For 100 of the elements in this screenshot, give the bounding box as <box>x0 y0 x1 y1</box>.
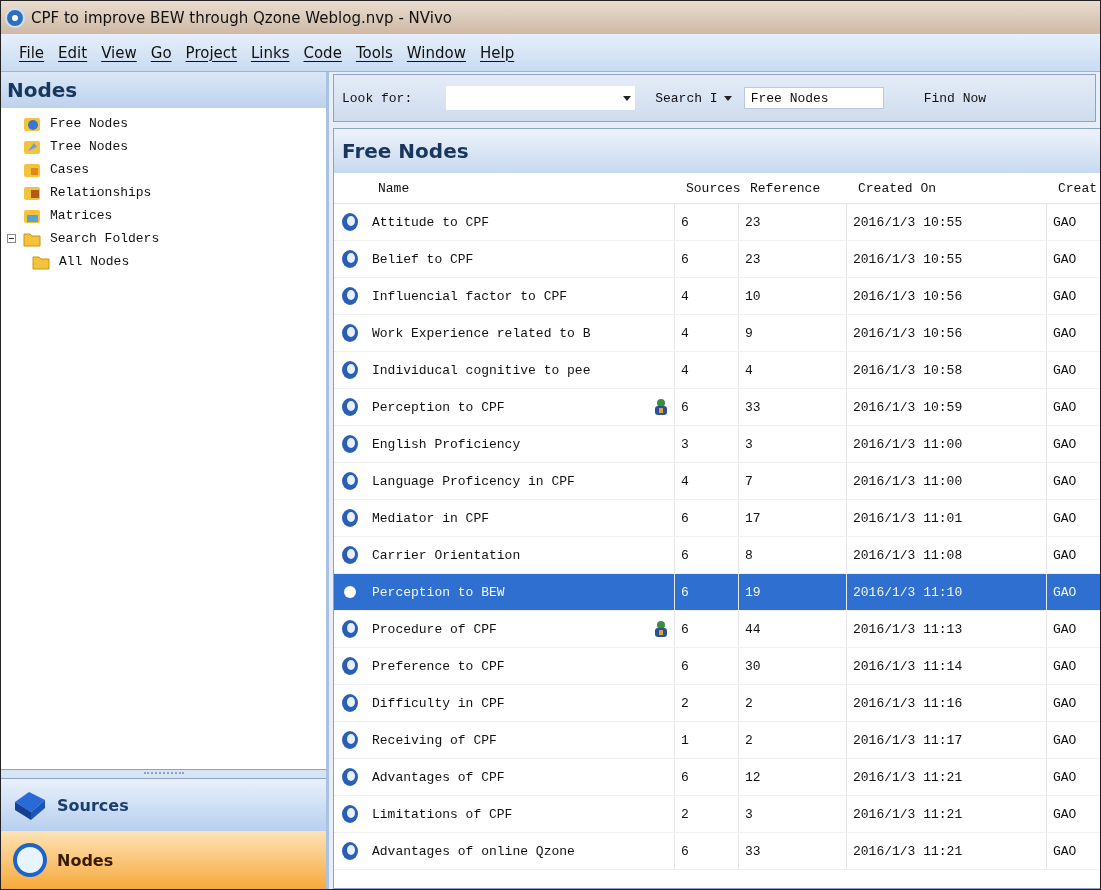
tree-item[interactable]: Free Nodes <box>48 115 130 132</box>
tree-item[interactable]: Search Folders <box>48 230 162 247</box>
table-cell: GAO <box>1046 574 1100 610</box>
table-row[interactable]: Preference to CPF 6 30 2016/1/3 11:14 GAO <box>334 648 1100 685</box>
table-cell: 4 <box>674 352 738 388</box>
table-cell: 2016/1/3 10:59 <box>846 389 1046 425</box>
table-cell: 2016/1/3 10:56 <box>846 278 1046 314</box>
table-row[interactable]: Perception to CPF 6 33 2016/1/3 10:59 GAO <box>334 389 1100 426</box>
column-header[interactable]: Reference <box>744 180 852 196</box>
node-icon <box>340 286 360 306</box>
table-row[interactable]: Belief to CPF 6 23 2016/1/3 10:55 GAO <box>334 241 1100 278</box>
table-cell: 33 <box>738 833 846 869</box>
table-cell-text: English Proficiency <box>371 435 522 454</box>
table-row[interactable]: Receiving of CPF 1 2 2016/1/3 11:17 GAO <box>334 722 1100 759</box>
table-cell: 7 <box>738 463 846 499</box>
table-row[interactable]: Work Experience related to B 4 9 2016/1/3 10:56 GAO <box>334 315 1100 352</box>
table-cell: 2016/1/3 11:17 <box>846 722 1046 758</box>
find-now-button[interactable]: Find Now <box>921 88 989 108</box>
app-icon <box>5 7 25 28</box>
table-cell: 1 <box>674 722 738 758</box>
table-cell: 2016/1/3 11:01 <box>846 500 1046 536</box>
table-cell: 2016/1/3 11:00 <box>846 426 1046 462</box>
node-icon <box>340 767 360 787</box>
tree-item[interactable]: Matrices <box>48 207 115 224</box>
table-row[interactable]: Advantages of CPF 6 12 2016/1/3 11:21 GAO <box>334 759 1100 796</box>
menu-item[interactable]: Window <box>400 41 472 64</box>
node-icon <box>340 508 360 528</box>
table-cell-text: Belief to CPF <box>371 250 475 269</box>
menu-item[interactable]: Edit <box>52 41 94 64</box>
splitter-handle[interactable] <box>1 769 326 779</box>
table-cell: GAO <box>1046 759 1100 795</box>
table-title: Free Nodes <box>334 129 1100 173</box>
table-cell: 3 <box>738 426 846 462</box>
table-row[interactable]: Attitude to CPF 6 23 2016/1/3 10:55 GAO <box>334 204 1100 241</box>
search-in-dropdown[interactable]: Search I <box>653 88 734 108</box>
table-cell: 6 <box>674 389 738 425</box>
table-cell: GAO <box>1046 352 1100 388</box>
menu-item[interactable]: Help <box>474 41 521 64</box>
table-row[interactable]: Language Proficency in CPF 4 7 2016/1/3 11:00 GAO <box>334 463 1100 500</box>
node-icon <box>340 471 360 491</box>
menu-item[interactable]: View <box>95 41 143 64</box>
look-for-dropdown[interactable] <box>446 86 636 110</box>
table-cell: 2016/1/3 10:55 <box>846 241 1046 277</box>
table-cell: 8 <box>738 537 846 573</box>
tree-item[interactable]: Relationships <box>48 184 154 201</box>
table-cell: GAO <box>1046 537 1100 573</box>
column-header[interactable]: Name <box>372 180 654 196</box>
table-cell: GAO <box>1046 204 1100 240</box>
table-cell: 4 <box>738 352 846 388</box>
table-cell: 6 <box>674 574 738 610</box>
menu-item[interactable]: Code <box>297 41 348 64</box>
node-icon <box>340 693 360 713</box>
table-cell: 6 <box>674 500 738 536</box>
table-cell-text: Perception to CPF <box>371 398 506 417</box>
table-cell: 2016/1/3 11:21 <box>846 833 1046 869</box>
table-cell-text: Carrier Orientation <box>371 546 522 565</box>
collapse-icon[interactable] <box>7 234 16 243</box>
table-cell-text: Individucal cognitive to pee <box>371 361 592 380</box>
column-header[interactable]: Creat <box>1052 180 1100 196</box>
table-row[interactable]: Influencial factor to CPF 4 10 2016/1/3 10:56 GAO <box>334 278 1100 315</box>
column-header[interactable]: Created On <box>852 180 1052 196</box>
menu-item[interactable]: Links <box>244 41 296 64</box>
table-cell-text: Attitude to CPF <box>371 213 491 232</box>
tree-item[interactable]: Cases <box>48 161 91 178</box>
table-cell: 2016/1/3 11:08 <box>846 537 1046 573</box>
table-cell: 2 <box>674 796 738 832</box>
table-row[interactable]: Limitations of CPF 2 3 2016/1/3 11:21 GAO <box>334 796 1100 833</box>
table-row[interactable]: Procedure of CPF 6 44 2016/1/3 11:13 GAO <box>334 611 1100 648</box>
menu-item[interactable]: Project <box>179 41 243 64</box>
table-cell: 30 <box>738 648 846 684</box>
column-header[interactable]: Sources <box>680 180 744 196</box>
table-row[interactable]: Advantages of online Qzone 6 33 2016/1/3 11:21 GAO <box>334 833 1100 870</box>
table-row[interactable]: Mediator in CPF 6 17 2016/1/3 11:01 GAO <box>334 500 1100 537</box>
table-cell: 17 <box>738 500 846 536</box>
table-cell: 2016/1/3 11:21 <box>846 759 1046 795</box>
window-title: CPF to improve BEW through Qzone Weblog.nvp - NVivo <box>31 8 452 27</box>
search-in-field[interactable]: Free Nodes <box>743 87 884 109</box>
table-cell-text: Work Experience related to B <box>371 324 592 343</box>
table-cell: GAO <box>1046 278 1100 314</box>
node-icon <box>340 397 360 417</box>
table-cell: 19 <box>738 574 846 610</box>
tree-item[interactable]: Tree Nodes <box>48 138 130 155</box>
node-icon <box>340 841 360 861</box>
nav-button[interactable]: Nodes <box>1 831 326 889</box>
table-cell-text: Language Proficency in CPF <box>371 472 576 491</box>
nav-button[interactable]: Sources <box>1 779 326 831</box>
table-cell: 2 <box>674 685 738 721</box>
table-row[interactable]: Difficulty in CPF 2 2 2016/1/3 11:16 GAO <box>334 685 1100 722</box>
table-row[interactable]: Individucal cognitive to pee 4 4 2016/1/3 10:58 GAO <box>334 352 1100 389</box>
menu-item[interactable]: File <box>13 41 51 64</box>
table-cell-text: Limitations of CPF <box>371 805 514 824</box>
menu-item[interactable]: Go <box>144 41 178 64</box>
table-row[interactable]: English Proficiency 3 3 2016/1/3 11:00 GAO <box>334 426 1100 463</box>
table-cell: 9 <box>738 315 846 351</box>
table-cell-text: Advantages of online Qzone <box>371 842 576 861</box>
table-row[interactable]: Perception to BEW 6 19 2016/1/3 11:10 GAO <box>334 574 1100 611</box>
table-cell: GAO <box>1046 315 1100 351</box>
table-cell: 2016/1/3 11:00 <box>846 463 1046 499</box>
menu-item[interactable]: Tools <box>349 41 399 64</box>
tree-item[interactable]: All Nodes <box>57 253 132 270</box>
